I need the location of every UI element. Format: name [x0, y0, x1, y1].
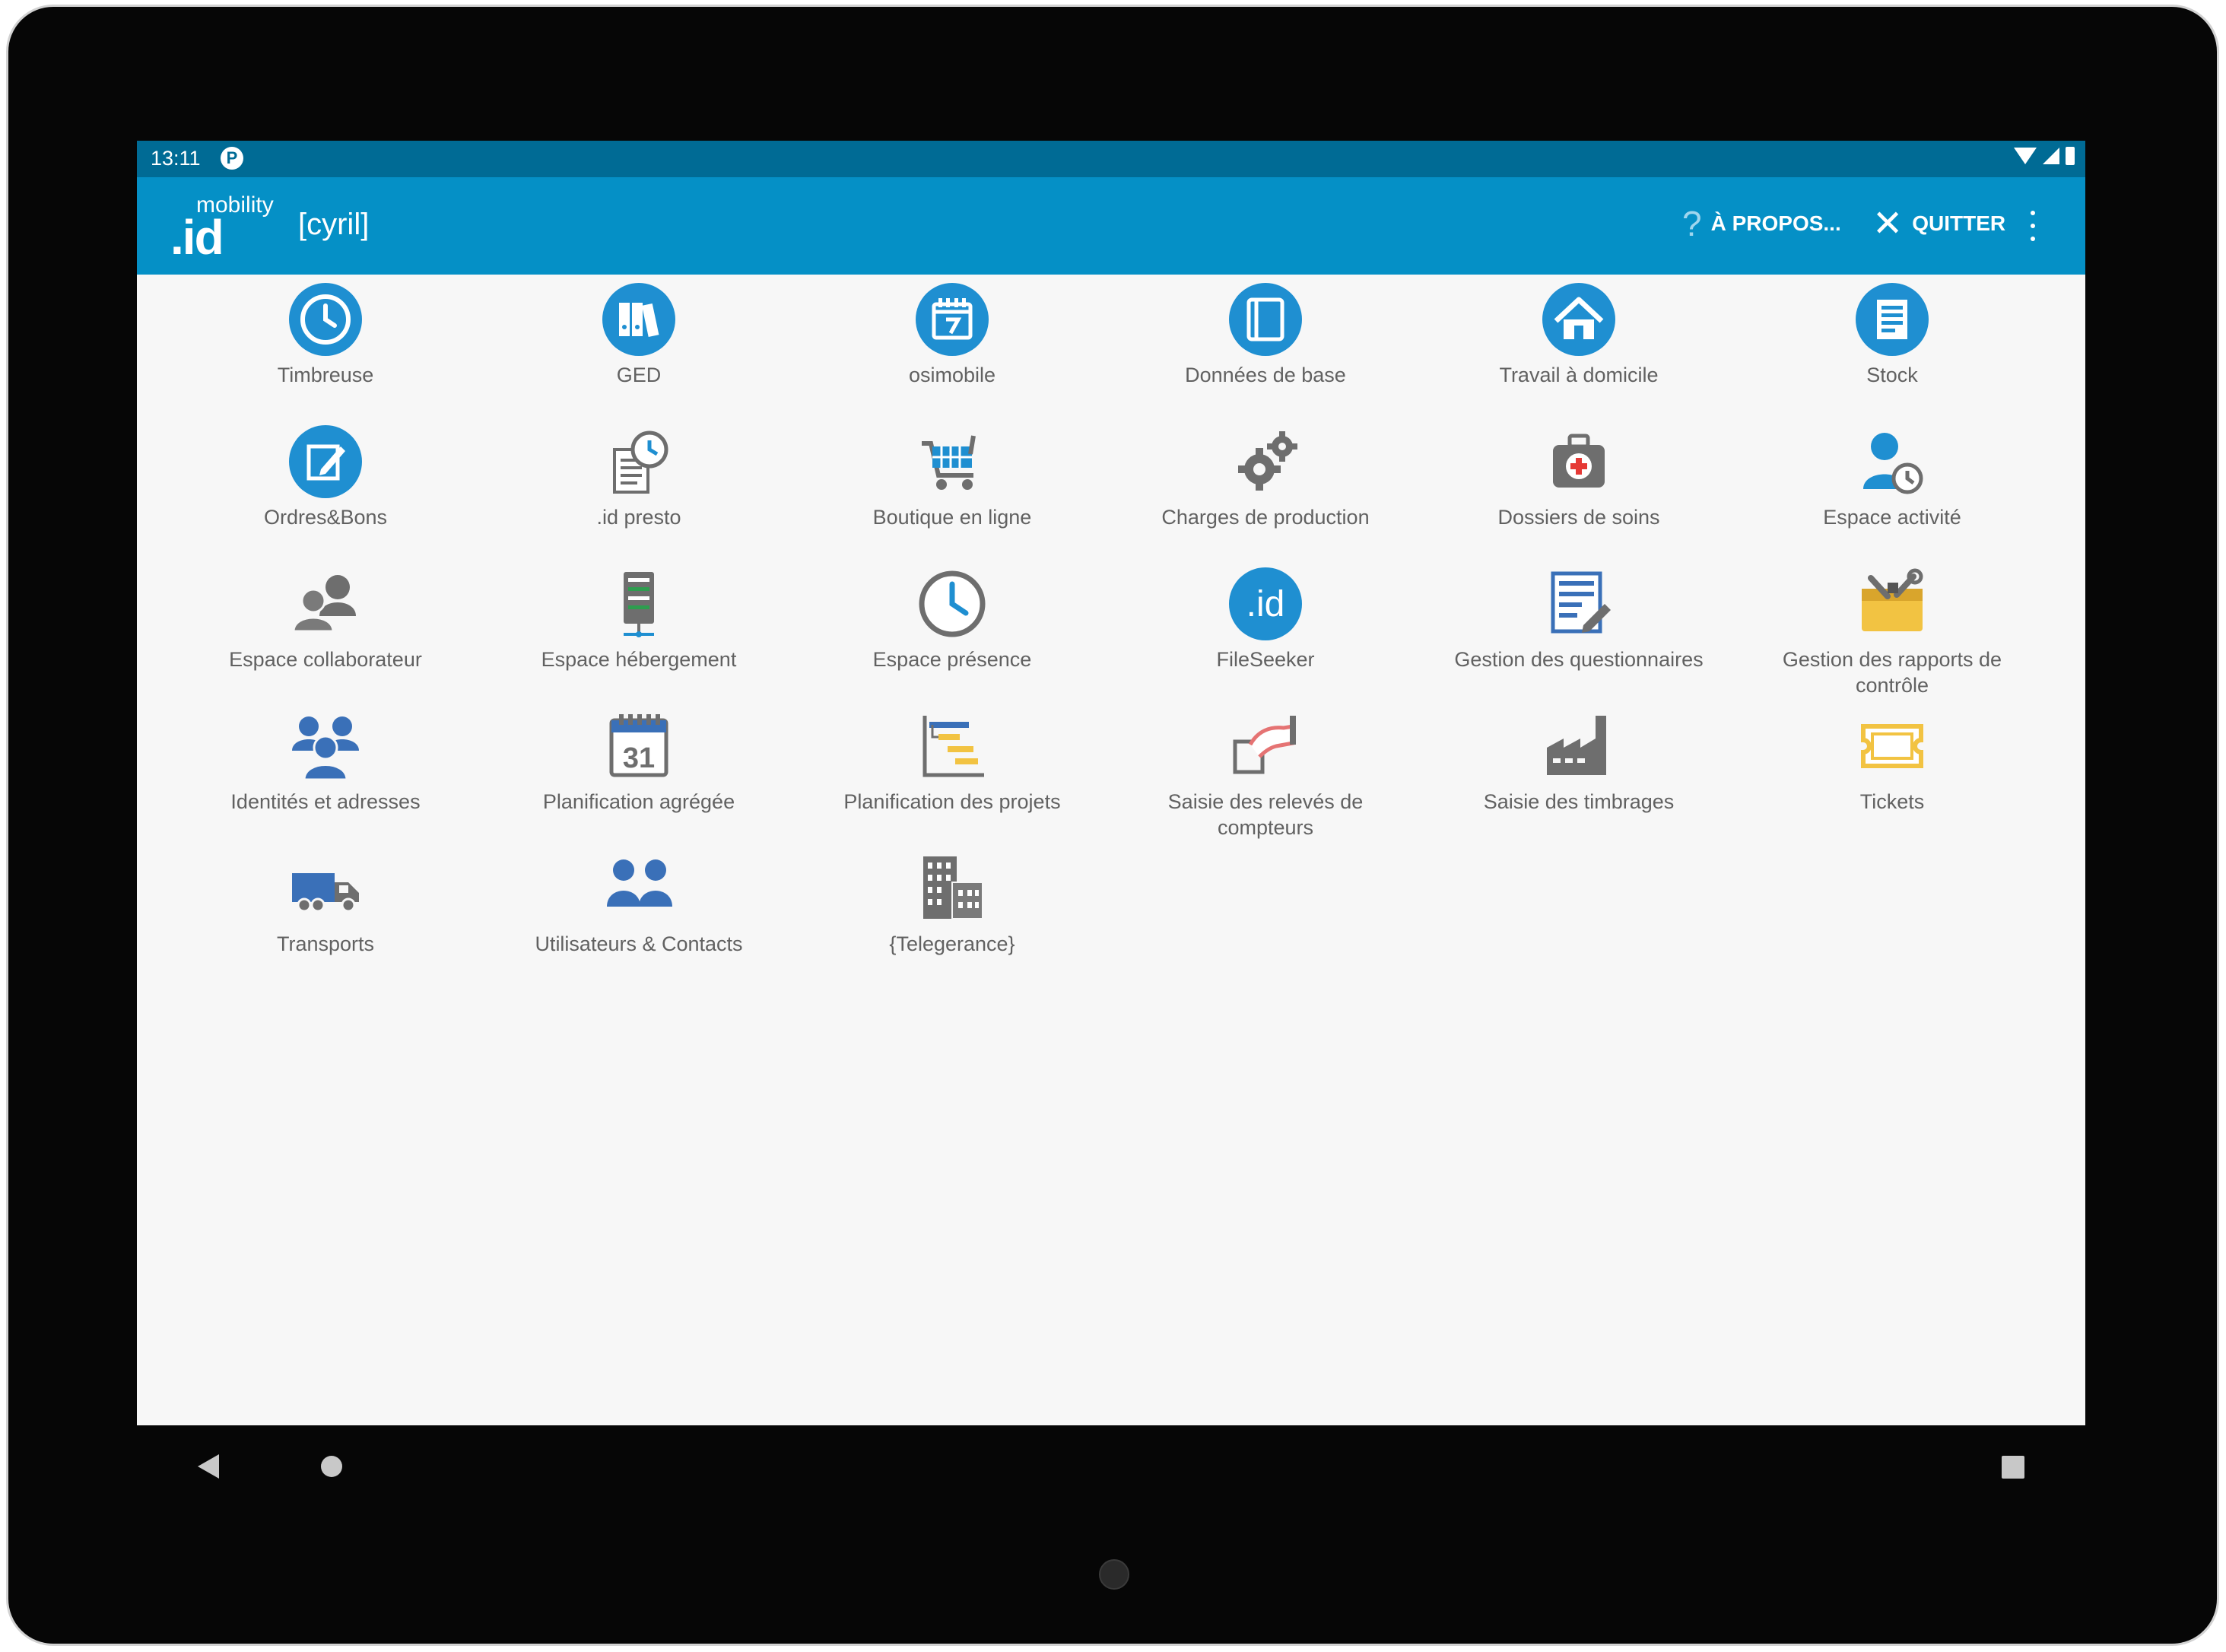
app-label: {Telegerance}: [889, 932, 1015, 955]
wifi-icon: [2014, 148, 2037, 164]
app-label: Saisie des timbrages: [1483, 790, 1675, 813]
app-label: Gestion des questionnaires: [1454, 648, 1704, 671]
app-label: .id presto: [596, 506, 681, 529]
app-label: Travail à domicile: [1499, 364, 1659, 386]
app-bar: mobility .id [cyril] ? À PROPOS... ✕ QUI…: [137, 177, 2085, 275]
app-label: Dossiers de soins: [1497, 506, 1660, 529]
gantt-chart-icon: [914, 708, 990, 784]
id-logo-icon: .id: [1227, 566, 1304, 642]
toolbox-icon: [1854, 566, 1930, 642]
app-label: Tickets: [1859, 790, 1925, 813]
about-button[interactable]: ? À PROPOS...: [1682, 200, 1841, 247]
people-group-icon: [287, 708, 364, 784]
app-label: osimobile: [908, 364, 996, 386]
app-label: Espace collaborateur: [229, 648, 422, 671]
signal-icon: [2043, 148, 2059, 164]
app-label: Charges de production: [1161, 506, 1370, 529]
recent-apps-icon[interactable]: [2002, 1456, 2024, 1479]
app-label: Ordres&Bons: [263, 506, 388, 529]
overflow-menu-icon[interactable]: [2031, 211, 2040, 241]
users-icon: [287, 566, 364, 642]
app-label: Espace activité: [1823, 506, 1961, 529]
app-label: Gestion des rapports de contrôle: [1782, 648, 2002, 697]
logo-id-text: .id: [170, 210, 224, 265]
app-label: GED: [616, 364, 662, 386]
app-label: Planification des projets: [843, 790, 1061, 813]
calendar-31-icon: 31: [601, 708, 677, 784]
buildings-icon: [914, 850, 990, 926]
first-aid-kit-icon: [1541, 424, 1617, 500]
factory-icon: [1541, 708, 1617, 784]
app-label: Données de base: [1185, 364, 1346, 386]
about-label: À PROPOS...: [1710, 211, 1841, 235]
app-label: Espace hébergement: [541, 648, 737, 671]
clock-icon: [287, 281, 364, 357]
app-label: FileSeeker: [1216, 648, 1315, 671]
battery-icon: [2066, 147, 2075, 165]
screen: 13:11 P mobility .id [cyril] ? À PROPOS.…: [137, 141, 2085, 1425]
pen-edit-icon: [287, 424, 364, 500]
help-icon: ?: [1682, 204, 1702, 243]
quit-label: QUITTER: [1912, 211, 2006, 235]
form-edit-icon: [1541, 566, 1617, 642]
book-icon: [1227, 281, 1304, 357]
notification-icon: P: [221, 147, 243, 170]
app-label: Transports: [276, 932, 375, 955]
hand-meter-icon: [1227, 708, 1304, 784]
calendar-icon: [914, 281, 990, 357]
app-label: Identités et adresses: [230, 790, 421, 813]
app-label: Espace présence: [872, 648, 1032, 671]
app-label: Stock: [1866, 364, 1918, 386]
user-label: [cyril]: [298, 208, 370, 241]
notebook-clock-icon: [601, 424, 677, 500]
shopping-cart-icon: [914, 424, 990, 500]
truck-icon: [287, 850, 364, 926]
ticket-icon: [1854, 708, 1930, 784]
back-icon[interactable]: [198, 1454, 219, 1479]
home-icon: [1541, 281, 1617, 357]
app-label: Saisie des relevés de compteurs: [1167, 790, 1364, 839]
home-nav-icon[interactable]: [321, 1456, 342, 1477]
svg-text:.id: .id: [1246, 584, 1285, 624]
app-label: Timbreuse: [277, 364, 374, 386]
app-label: Utilisateurs & Contacts: [535, 932, 743, 955]
close-icon: ✕: [1872, 204, 1904, 244]
camera-icon: [1099, 1559, 1129, 1590]
user-clock-icon: [1854, 424, 1930, 500]
quit-button[interactable]: ✕ QUITTER: [1872, 200, 2005, 247]
app-label: Planification agrégée: [542, 790, 735, 813]
user-pair-icon: [601, 850, 677, 926]
clock-outline-icon: [914, 566, 990, 642]
server-icon: [601, 566, 677, 642]
gears-icon: [1227, 424, 1304, 500]
status-time: 13:11: [151, 147, 201, 170]
binders-icon: [601, 281, 677, 357]
clipboard-icon: [1854, 281, 1930, 357]
status-bar: 13:11 P: [137, 141, 2085, 177]
app-label: Boutique en ligne: [872, 506, 1032, 529]
system-nav-bar: [137, 1425, 2085, 1509]
status-icons: [2014, 147, 2075, 165]
svg-text:31: 31: [623, 742, 655, 774]
